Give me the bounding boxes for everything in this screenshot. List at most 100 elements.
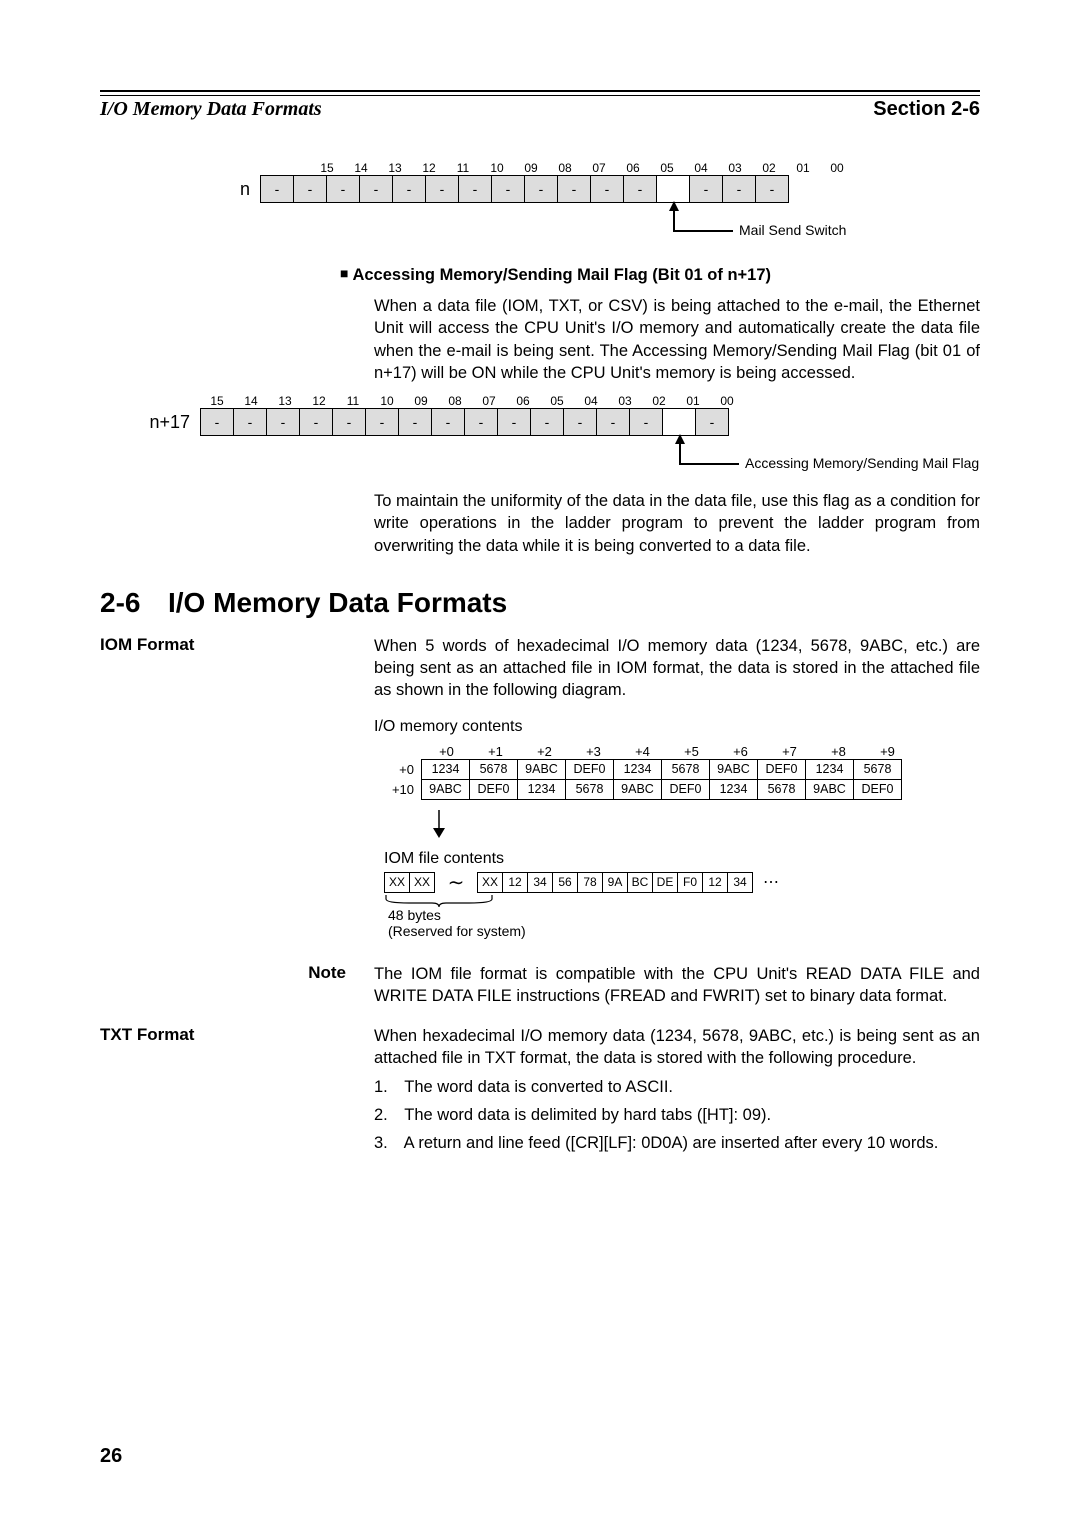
paragraph: When 5 words of hexadecimal I/O memory d… [374, 635, 980, 702]
bit-cell: - [458, 175, 492, 203]
iom-byte-cell: F0 [677, 872, 703, 893]
row-label-n17: n+17 [132, 412, 200, 433]
bit-number-label: 04 [574, 394, 608, 408]
bit-cell: - [695, 408, 729, 436]
paragraph: To maintain the uniformity of the data i… [374, 490, 980, 557]
bit-cell: - [722, 175, 756, 203]
section-heading: 2-6I/O Memory Data Formats [100, 587, 980, 619]
column-offset-label: +4 [618, 744, 667, 759]
paragraph: When hexadecimal I/O memory data (1234, … [374, 1025, 980, 1070]
memory-cell: 9ABC [613, 779, 662, 800]
io-memory-contents-diagram: I/O memory contents +0+1+2+3+4+5+6+7+8+9… [374, 718, 980, 941]
iom-byte-cell: 34 [527, 872, 553, 893]
bit-cell: - [530, 408, 564, 436]
page-number: 26 [100, 1445, 122, 1468]
bit-number-label: 00 [710, 394, 744, 408]
side-heading-iom-format: IOM Format [100, 635, 374, 702]
bit-cell: - [425, 175, 459, 203]
iom-byte-cell: 9A [602, 872, 628, 893]
iom-byte-cell: ∼ [434, 872, 478, 893]
bit-number-label: 13 [378, 161, 412, 175]
memory-cell: 1234 [709, 779, 758, 800]
memory-cell: 1234 [517, 779, 566, 800]
ellipsis: ⋯ [763, 872, 781, 892]
iom-byte-cell: XX [384, 872, 410, 893]
memory-cell: 5678 [661, 759, 710, 780]
memory-cell: 9ABC [805, 779, 854, 800]
memory-cell: DEF0 [853, 779, 902, 800]
bit-cell: - [299, 408, 333, 436]
pointer-label: Mail Send Switch [739, 222, 846, 238]
bit-number-label: 01 [676, 394, 710, 408]
bit-cell: - [689, 175, 723, 203]
memory-cell: 5678 [757, 779, 806, 800]
side-heading-txt-format: TXT Format [100, 1025, 374, 1159]
bit-number-label: 03 [718, 161, 752, 175]
iom-byte-cell: 78 [577, 872, 603, 893]
memory-cell: 5678 [469, 759, 518, 780]
bit-number-label: 05 [650, 161, 684, 175]
bit-number-label: 08 [548, 161, 582, 175]
bit-cell: - [464, 408, 498, 436]
iom-byte-cell: 34 [727, 872, 753, 893]
bit-cell: - [365, 408, 399, 436]
note-label: Note [100, 963, 374, 1008]
bit-number-label: 08 [438, 394, 472, 408]
column-offset-label: +1 [471, 744, 520, 759]
bit-cell: - [524, 175, 558, 203]
memory-cell: 9ABC [421, 779, 470, 800]
bit-cell: - [260, 175, 294, 203]
subheading-accessing-memory-flag: ■Accessing Memory/Sending Mail Flag (Bit… [340, 265, 980, 285]
bit-number-label: 12 [302, 394, 336, 408]
row-label-n: n [210, 179, 260, 200]
bit-cell: - [431, 408, 465, 436]
bit-number-label: 11 [336, 394, 370, 408]
bit-cell [656, 175, 690, 203]
bit-cell: - [497, 408, 531, 436]
iom-byte-cell: 12 [702, 872, 728, 893]
bit-number-label: 07 [472, 394, 506, 408]
memory-cell: 5678 [853, 759, 902, 780]
bit-cell: - [359, 175, 393, 203]
bit-number-label: 03 [608, 394, 642, 408]
bit-number-label: 06 [616, 161, 650, 175]
bit-cell: - [233, 408, 267, 436]
running-head-left: I/O Memory Data Formats [100, 98, 322, 121]
iom-byte-cell: 56 [552, 872, 578, 893]
bit-number-label: 10 [480, 161, 514, 175]
column-offset-label: +0 [422, 744, 471, 759]
memory-cell: 9ABC [517, 759, 566, 780]
iom-byte-cell: DE [652, 872, 678, 893]
column-offset-label: +9 [863, 744, 912, 759]
column-offset-label: +5 [667, 744, 716, 759]
bit-cell: - [491, 175, 525, 203]
black-square-icon: ■ [340, 265, 348, 281]
bit-cell: - [398, 408, 432, 436]
list-item: 1. The word data is converted to ASCII. [374, 1076, 980, 1100]
memory-cell: 1234 [805, 759, 854, 780]
bit-cell: - [623, 175, 657, 203]
bit-cell: - [629, 408, 663, 436]
iom-byte-cell: 12 [502, 872, 528, 893]
column-offset-label: +8 [814, 744, 863, 759]
bit-number-label: 15 [310, 161, 344, 175]
memory-cell: 5678 [565, 779, 614, 800]
memory-cell: DEF0 [757, 759, 806, 780]
memory-cell: DEF0 [469, 779, 518, 800]
list-item: 2. The word data is delimited by hard ta… [374, 1104, 980, 1128]
bit-number-label: 01 [786, 161, 820, 175]
running-head-right: Section 2-6 [873, 98, 980, 121]
bit-number-label: 12 [412, 161, 446, 175]
bit-number-label: 15 [200, 394, 234, 408]
iom-byte-cell: XX [409, 872, 435, 893]
column-offset-label: +7 [765, 744, 814, 759]
memory-cell: 9ABC [709, 759, 758, 780]
bit-number-label: 14 [344, 161, 378, 175]
bit-number-label: 09 [404, 394, 438, 408]
bit-cell: - [326, 175, 360, 203]
bit-diagram-n17: 15141312111009080706050403020100 n+17 --… [132, 394, 980, 470]
memory-cell: 1234 [421, 759, 470, 780]
bit-number-label: 00 [820, 161, 854, 175]
iom-byte-cell: XX [477, 872, 503, 893]
iom-byte-cell: BC [627, 872, 653, 893]
